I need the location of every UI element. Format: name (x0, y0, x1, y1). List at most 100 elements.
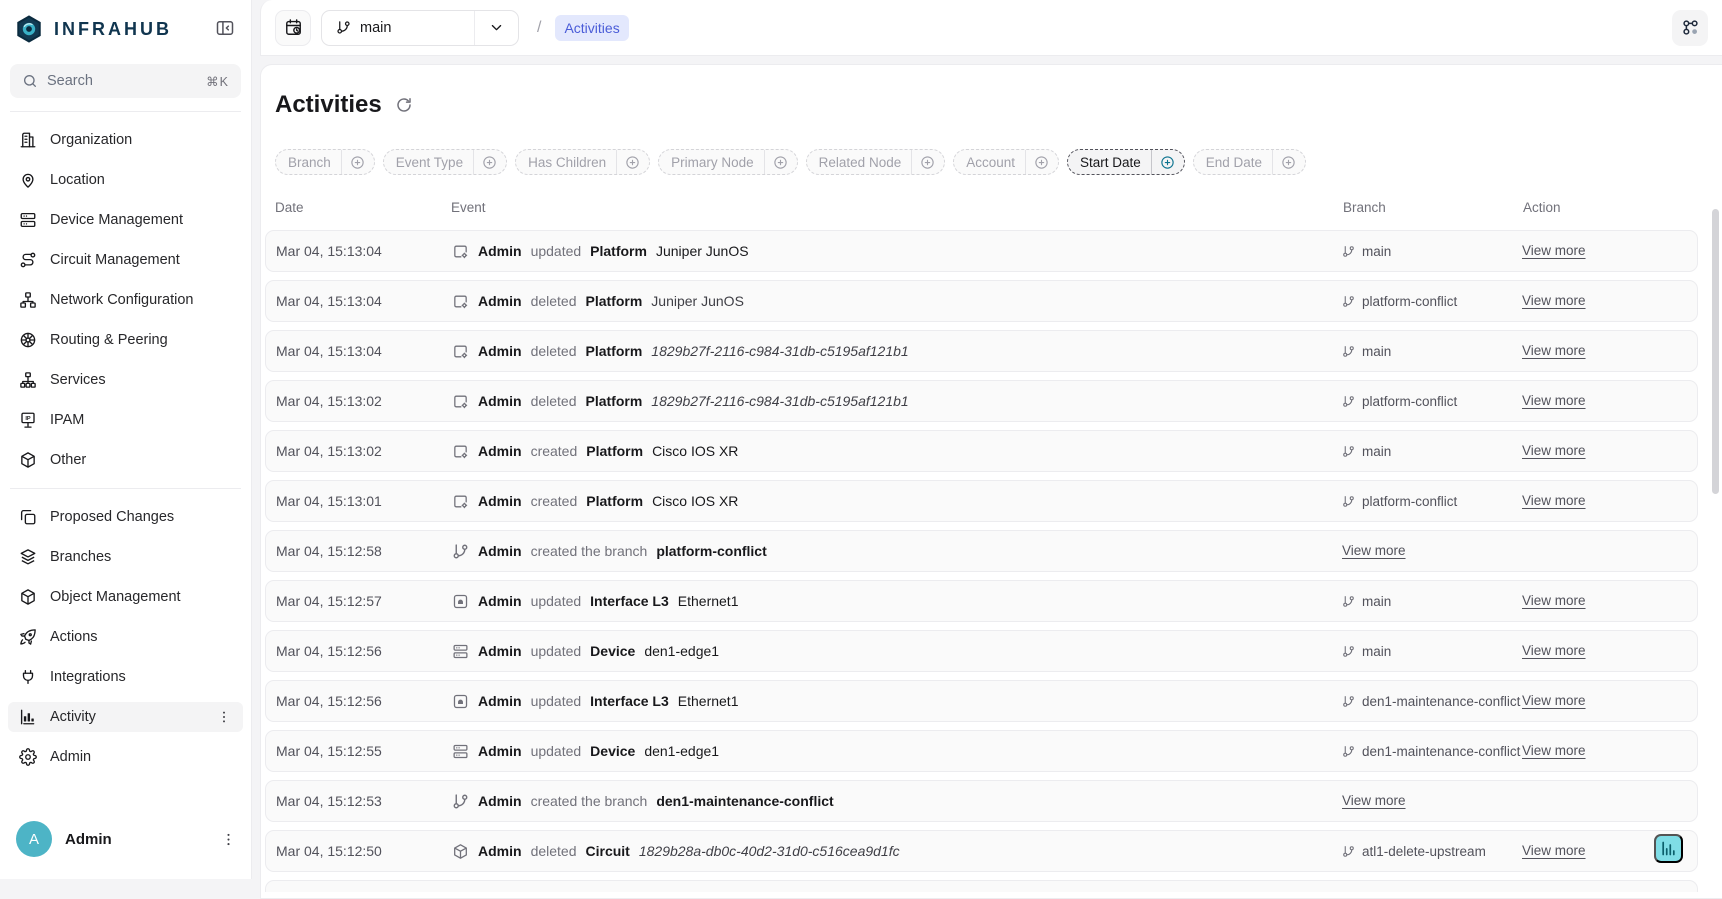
event-object-link[interactable]: Juniper JunOS (651, 293, 744, 309)
filter-chip[interactable]: Has Children (515, 149, 650, 175)
sidebar-item[interactable]: IP IPAM (8, 405, 243, 435)
event-object-link[interactable]: platform-conflict (656, 543, 766, 559)
graphql-sandbox-button[interactable] (1672, 10, 1708, 46)
event-object-link[interactable]: 1829b27f-2116-c984-31db-c5195af121b1 (651, 393, 908, 409)
view-more-link[interactable]: View more (1522, 293, 1586, 308)
sidebar-item[interactable]: Circuit Management (8, 245, 243, 275)
table-row[interactable]: Mar 04, 15:12:55 Admin updated Device de… (265, 730, 1698, 772)
table-row[interactable]: Mar 04, 15:13:04 Admin deleted Platform … (265, 280, 1698, 322)
view-more-link[interactable]: View more (1522, 693, 1586, 708)
table-row[interactable]: Mar 04, 15:12:56 Admin updated Interface… (265, 680, 1698, 722)
branch-selector[interactable]: main (321, 10, 519, 46)
kebab-menu-icon[interactable] (220, 831, 237, 848)
plus-circle-icon[interactable] (1151, 150, 1184, 174)
table-row[interactable]: Mar 04, 15:12:50 Admin deleted Circuit 1… (265, 830, 1698, 872)
filter-chip[interactable]: Account (953, 149, 1059, 175)
sidebar-collapse-icon[interactable] (215, 18, 237, 40)
event-actor: Admin (478, 443, 522, 459)
kebab-menu-icon[interactable] (216, 709, 232, 725)
view-more-link[interactable]: View more (1522, 343, 1586, 358)
view-more-link[interactable]: View more (1522, 243, 1586, 258)
sidebar-item[interactable]: Actions (8, 622, 243, 652)
event-object-link[interactable]: 1829b27f-2116-c984-31db-c5195af121b1 (651, 343, 908, 359)
filter-chip[interactable]: End Date (1193, 149, 1306, 175)
view-more-link[interactable]: View more (1522, 743, 1586, 758)
filter-chip[interactable]: Event Type (383, 149, 507, 175)
sidebar-item[interactable]: Network Configuration (8, 285, 243, 315)
table-row[interactable]: Mar 04, 15:12:53 Admin created the branc… (265, 780, 1698, 822)
event-object-link[interactable]: Cisco IOS XR (652, 493, 738, 509)
view-more-link[interactable]: View more (1522, 493, 1586, 508)
table-row[interactable]: Mar 04, 15:13:04 Admin updated Platform … (265, 230, 1698, 272)
table-row[interactable]: Mar 04, 15:13:02 Admin deleted Platform … (265, 380, 1698, 422)
plus-circle-icon[interactable] (1025, 150, 1058, 174)
plus-circle-icon[interactable] (341, 150, 374, 174)
sidebar-item[interactable]: Admin (8, 742, 243, 772)
view-more-link[interactable]: View more (1522, 643, 1586, 658)
sidebar-item[interactable]: Proposed Changes (8, 502, 243, 532)
event-object-link[interactable]: Ethernet1 (678, 593, 739, 609)
event-object-link[interactable]: den1-edge1 (644, 743, 719, 759)
filter-chip[interactable]: Related Node (806, 149, 946, 175)
sidebar-item[interactable]: Organization (8, 125, 243, 155)
table-row[interactable]: Mar 04, 15:13:02 Admin created Platform … (265, 430, 1698, 472)
sidebar-item[interactable]: Other (8, 445, 243, 475)
sidebar-item-label: Activity (50, 709, 203, 725)
sidebar-item[interactable]: Integrations (8, 662, 243, 692)
refresh-icon[interactable] (395, 96, 413, 114)
filter-chip[interactable]: Primary Node (658, 149, 798, 175)
row-date: Mar 04, 15:12:55 (276, 743, 452, 759)
plus-circle-icon[interactable] (911, 150, 944, 174)
search-icon (22, 73, 38, 89)
event-object-type: Circuit (586, 843, 630, 859)
filter-chip[interactable]: Branch (275, 149, 375, 175)
table-row[interactable]: Mar 04, 15:12:58 Admin created the branc… (265, 530, 1698, 572)
view-more-link[interactable]: View more (1522, 393, 1586, 408)
scrollbar-thumb[interactable] (1712, 209, 1719, 494)
event-object-link[interactable]: den1-maintenance-conflict (656, 793, 833, 809)
sidebar-item[interactable]: Routing & Peering (8, 325, 243, 355)
plus-circle-icon[interactable] (764, 150, 797, 174)
view-more-link[interactable]: View more (1522, 443, 1586, 458)
row-branch-label: main (1362, 244, 1391, 259)
event-object-link[interactable]: 1829b28a-db0c-40d2-31d0-c516cea9d1fc (639, 843, 900, 859)
breadcrumb-current[interactable]: Activities (555, 15, 628, 41)
sidebar-item[interactable]: Activity (8, 702, 243, 732)
event-verb: updated (531, 743, 582, 759)
event-object-link[interactable]: Cisco IOS XR (652, 443, 738, 459)
sidebar-item[interactable]: Device Management (8, 205, 243, 235)
filter-chip[interactable]: Start Date (1067, 149, 1185, 175)
plus-circle-icon[interactable] (616, 150, 649, 174)
view-more-link[interactable]: View more (1342, 543, 1406, 558)
user-menu[interactable]: A Admin (0, 807, 251, 879)
plus-circle-icon[interactable] (473, 150, 506, 174)
event-actor: Admin (478, 643, 522, 659)
event-object-link[interactable]: Ethernet1 (678, 693, 739, 709)
cube-icon (452, 843, 469, 860)
table-row[interactable]: Mar 04, 15:13:01 Admin created Platform … (265, 480, 1698, 522)
search-input[interactable]: Search ⌘K (10, 64, 241, 98)
view-more-link[interactable]: View more (1522, 843, 1586, 858)
event-actor: Admin (478, 693, 522, 709)
status-widget-button[interactable] (1654, 834, 1683, 863)
event-object-link[interactable]: den1-edge1 (644, 643, 719, 659)
sidebar-item[interactable]: Object Management (8, 582, 243, 612)
table-row[interactable]: Mar 04, 15:12:56 Admin updated Device de… (265, 630, 1698, 672)
row-branch-label: main (1362, 344, 1391, 359)
date-picker-button[interactable] (275, 10, 311, 46)
row-branch: main (1342, 244, 1522, 259)
view-more-link[interactable]: View more (1342, 793, 1406, 808)
branch-selector-caret[interactable] (474, 11, 518, 45)
row-date: Mar 04, 15:13:04 (276, 343, 452, 359)
view-more-link[interactable]: View more (1522, 593, 1586, 608)
sidebar-item[interactable]: Location (8, 165, 243, 195)
sidebar-item[interactable]: Branches (8, 542, 243, 572)
table-row[interactable]: Mar 04, 15:13:04 Admin deleted Platform … (265, 330, 1698, 372)
event-object-link[interactable]: Juniper JunOS (656, 243, 749, 259)
event-actor: Admin (478, 243, 522, 259)
git-branch-icon (1342, 645, 1355, 658)
table-row[interactable]: Mar 04, 15:12:57 Admin updated Interface… (265, 580, 1698, 622)
diff-icon (19, 508, 37, 526)
sidebar-item[interactable]: Services (8, 365, 243, 395)
plus-circle-icon[interactable] (1272, 150, 1305, 174)
